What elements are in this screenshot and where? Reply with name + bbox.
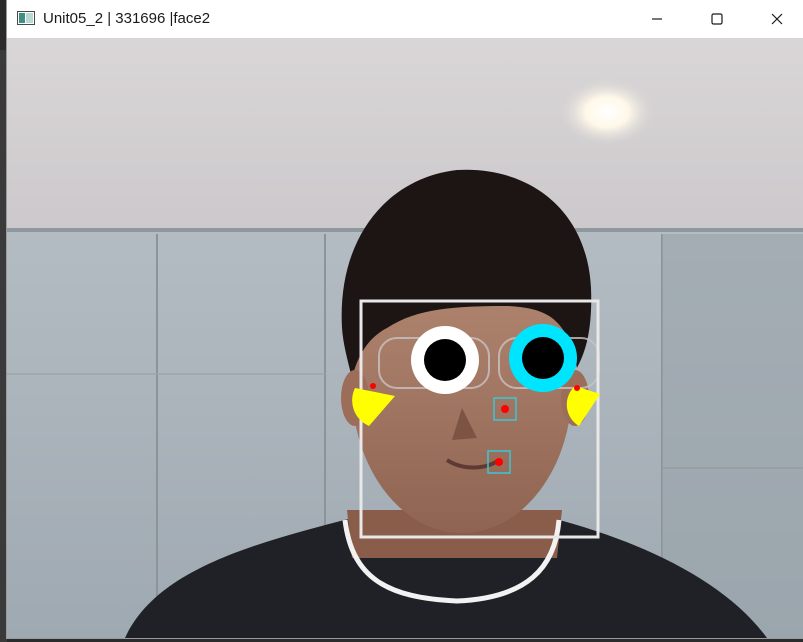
window-title: Unit05_2 | 331696 |face2 xyxy=(43,10,211,27)
maximize-button[interactable] xyxy=(687,0,747,38)
minimize-button[interactable] xyxy=(627,0,687,38)
opencv-window-icon xyxy=(17,11,35,25)
close-icon xyxy=(771,13,783,25)
minimize-icon xyxy=(652,18,662,20)
maximize-icon xyxy=(711,13,723,25)
opencv-window: Unit05_2 | 331696 |face2 xyxy=(7,0,803,638)
background-window-edge xyxy=(0,50,7,642)
left-eye-marker xyxy=(411,326,479,394)
close-button[interactable] xyxy=(747,0,803,38)
right-eye-marker xyxy=(509,324,577,392)
title-bar[interactable]: Unit05_2 | 331696 |face2 xyxy=(7,0,803,38)
camera-frame xyxy=(7,38,803,638)
